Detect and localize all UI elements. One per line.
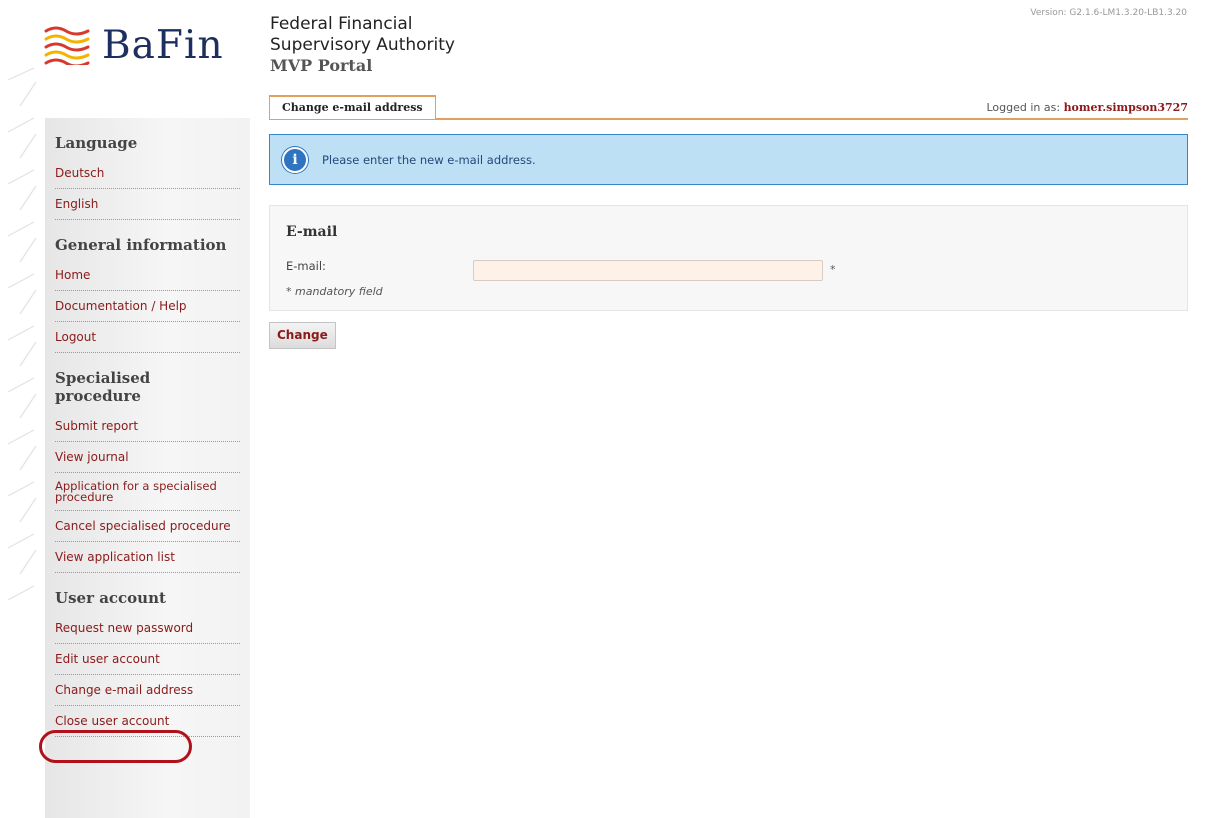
- sidebar-item-application-specialised-procedure[interactable]: Application for a specialised procedure: [55, 473, 240, 511]
- sidebar-item-cancel-specialised-procedure[interactable]: Cancel specialised procedure: [55, 511, 240, 542]
- logo-text: BaFin: [102, 22, 224, 68]
- bafin-waves-icon: [44, 26, 90, 65]
- sidebar-item-view-journal[interactable]: View journal: [55, 442, 240, 473]
- authority-line-2: Supervisory Authority: [270, 35, 455, 55]
- sidebar-item-request-new-password[interactable]: Request new password: [55, 613, 240, 644]
- logged-in-label: Logged in as:: [986, 101, 1061, 114]
- username: homer.simpson3727: [1063, 101, 1188, 114]
- authority-title: Federal Financial Supervisory Authority …: [270, 14, 455, 76]
- section-title-user-account: User account: [55, 589, 166, 607]
- section-title-language: Language: [55, 134, 138, 152]
- email-field[interactable]: [473, 260, 823, 281]
- sidebar-item-view-application-list[interactable]: View application list: [55, 542, 240, 573]
- section-title-specialised-procedure: Specialised procedure: [55, 369, 151, 405]
- info-message-box: i Please enter the new e-mail address.: [269, 134, 1188, 185]
- sidebar-item-change-email-address[interactable]: Change e-mail address: [55, 675, 240, 706]
- required-asterisk: *: [830, 263, 836, 276]
- mandatory-note: * mandatory field: [286, 285, 383, 298]
- decorative-strokes: [7, 67, 37, 601]
- tab-bar: Change e-mail address Logged in as: home…: [269, 95, 1188, 120]
- email-form: E-mail E-mail: * * mandatory field: [269, 205, 1188, 311]
- sidebar-item-home[interactable]: Home: [55, 260, 240, 291]
- sidebar-item-logout[interactable]: Logout: [55, 322, 240, 353]
- version-label: Version: G2.1.6-LM1.3.20-LB1.3.20: [1030, 8, 1187, 18]
- sidebar: Language Deutsch English General informa…: [45, 118, 250, 818]
- authority-line-1: Federal Financial: [270, 14, 413, 34]
- info-icon: i: [282, 146, 308, 173]
- email-label: E-mail:: [286, 259, 326, 273]
- sidebar-item-close-user-account[interactable]: Close user account: [55, 706, 240, 737]
- sidebar-item-submit-report[interactable]: Submit report: [55, 411, 240, 442]
- section-title-general-information: General information: [55, 236, 227, 254]
- info-message-text: Please enter the new e-mail address.: [322, 152, 536, 167]
- sidebar-item-edit-user-account[interactable]: Edit user account: [55, 644, 240, 675]
- tab-change-email[interactable]: Change e-mail address: [269, 95, 436, 119]
- portal-name: MVP Portal: [270, 56, 373, 75]
- change-button[interactable]: Change: [269, 322, 336, 349]
- logged-in-status: Logged in as: homer.simpson3727: [986, 101, 1188, 114]
- form-title: E-mail: [286, 224, 338, 240]
- sidebar-item-documentation-help[interactable]: Documentation / Help: [55, 291, 240, 322]
- bafin-logo[interactable]: BaFin: [44, 20, 224, 70]
- sidebar-item-english[interactable]: English: [55, 189, 240, 220]
- sidebar-item-deutsch[interactable]: Deutsch: [55, 158, 240, 189]
